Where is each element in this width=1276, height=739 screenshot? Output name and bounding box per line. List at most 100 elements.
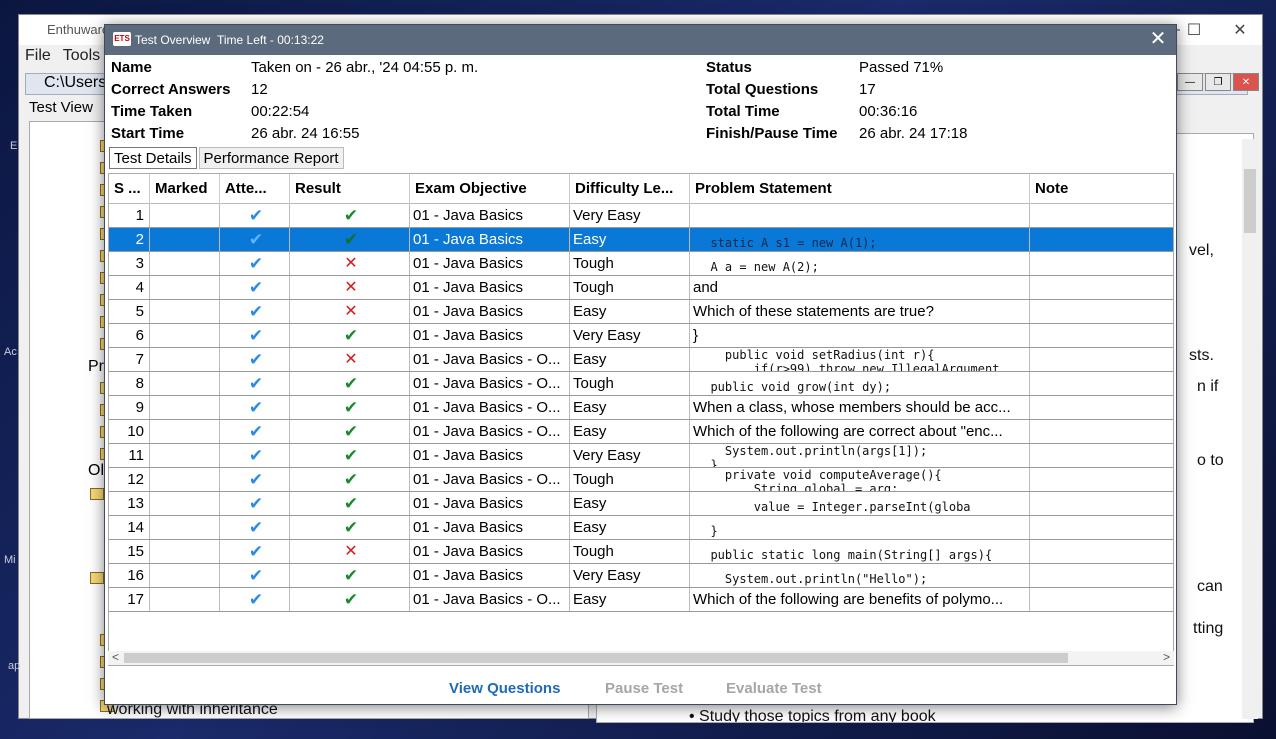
marked-cell[interactable] — [150, 420, 220, 443]
marked-cell[interactable] — [150, 300, 220, 323]
note-cell[interactable] — [1030, 588, 1173, 611]
close-icon[interactable]: ✕ — [1146, 28, 1170, 52]
column-header-result[interactable]: Result — [290, 174, 410, 204]
tree-node-pr[interactable]: Pr — [88, 358, 104, 376]
desktop-fragment: ap — [8, 660, 21, 672]
note-cell[interactable] — [1030, 444, 1173, 467]
note-cell[interactable] — [1030, 204, 1173, 227]
column-header-serial[interactable]: S ... — [109, 174, 150, 204]
marked-cell[interactable] — [150, 252, 220, 275]
menu-file[interactable]: File — [25, 47, 51, 71]
marked-cell[interactable] — [150, 324, 220, 347]
inner-close-icon[interactable]: ✕ — [1233, 73, 1259, 91]
horizontal-scrollbar[interactable]: < > — [108, 650, 1174, 665]
table-row[interactable]: 4 ✔ ✕ 01 - Java Basics Tough and — [109, 276, 1173, 300]
column-header-marked[interactable]: Marked — [150, 174, 220, 204]
note-cell[interactable] — [1030, 564, 1173, 587]
table-row[interactable]: 16 ✔ ✔ 01 - Java Basics Very Easy System.out… — [109, 564, 1173, 588]
result-cell: ✔ — [290, 588, 410, 611]
marked-cell[interactable] — [150, 516, 220, 539]
evaluate-test-button[interactable]: Evaluate Test — [726, 680, 822, 697]
table-row[interactable]: 12 ✔ ✔ 01 - Java Basics - O... Tough private… — [109, 468, 1173, 492]
marked-cell[interactable] — [150, 372, 220, 395]
column-header-exam-objective[interactable]: Exam Objective — [410, 174, 570, 204]
background-vertical-scrollbar[interactable] — [1242, 139, 1258, 719]
note-cell[interactable] — [1030, 492, 1173, 515]
background-maximize-icon[interactable]: ☐ — [1171, 15, 1217, 45]
problem-statement-cell: When a class, whose members should be ac… — [690, 396, 1030, 419]
menu-tools[interactable]: Tools — [63, 47, 100, 71]
scroll-thumb[interactable] — [124, 653, 1068, 663]
problem-statement-cell: Which of these statements are true? — [690, 300, 1030, 323]
result-cell: ✕ — [290, 276, 410, 299]
serial-cell: 4 — [109, 276, 150, 299]
note-cell[interactable] — [1030, 300, 1173, 323]
scroll-thumb[interactable] — [1244, 169, 1256, 233]
marked-cell[interactable] — [150, 444, 220, 467]
marked-cell[interactable] — [150, 492, 220, 515]
attempted-cell: ✔ — [220, 372, 290, 395]
table-row[interactable]: 7 ✔ ✕ 01 - Java Basics - O... Easy public vo… — [109, 348, 1173, 372]
table-row[interactable]: 8 ✔ ✔ 01 - Java Basics - O... Tough public v… — [109, 372, 1173, 396]
table-row[interactable]: 9 ✔ ✔ 01 - Java Basics - O... Easy When a cla… — [109, 396, 1173, 420]
note-cell[interactable] — [1030, 420, 1173, 443]
red-cross-icon: ✕ — [344, 351, 358, 368]
blue-check-icon: ✔ — [248, 398, 264, 417]
tree-node-ob[interactable]: Ol — [88, 462, 104, 480]
marked-cell[interactable] — [150, 276, 220, 299]
marked-cell[interactable] — [150, 540, 220, 563]
note-cell[interactable] — [1030, 372, 1173, 395]
table-row[interactable]: 15 ✔ ✕ 01 - Java Basics Tough public static … — [109, 540, 1173, 564]
note-cell[interactable] — [1030, 348, 1173, 371]
note-cell[interactable] — [1030, 276, 1173, 299]
note-cell[interactable] — [1030, 396, 1173, 419]
marked-cell[interactable] — [150, 204, 220, 227]
marked-cell[interactable] — [150, 348, 220, 371]
note-cell[interactable] — [1030, 324, 1173, 347]
column-header-note[interactable]: Note — [1030, 174, 1173, 204]
table-row[interactable]: 17 ✔ ✔ 01 - Java Basics - O... Easy Which of … — [109, 588, 1173, 612]
marked-cell[interactable] — [150, 228, 220, 251]
column-header-attempted[interactable]: Atte... — [220, 174, 290, 204]
green-check-icon: ✔ — [343, 446, 359, 465]
table-row[interactable]: 14 ✔ ✔ 01 - Java Basics Easy } — [109, 516, 1173, 540]
table-row[interactable]: 13 ✔ ✔ 01 - Java Basics Easy value = Integer… — [109, 492, 1173, 516]
result-cell: ✔ — [290, 564, 410, 587]
note-cell[interactable] — [1030, 468, 1173, 491]
table-row[interactable]: 3 ✔ ✕ 01 - Java Basics Tough A a = new A(2); — [109, 252, 1173, 276]
marked-cell[interactable] — [150, 396, 220, 419]
attempted-cell: ✔ — [220, 588, 290, 611]
result-cell: ✕ — [290, 540, 410, 563]
inner-restore-icon[interactable]: ❐ — [1205, 73, 1231, 91]
content-fragment: sts. — [1189, 347, 1214, 364]
tab-performance-report[interactable]: Performance Report — [198, 147, 344, 169]
blue-check-icon: ✔ — [248, 278, 264, 297]
marked-cell[interactable] — [150, 588, 220, 611]
note-cell[interactable] — [1030, 252, 1173, 275]
inner-minimize-icon[interactable]: — — [1177, 73, 1203, 91]
scroll-left-icon[interactable]: < — [112, 650, 119, 664]
table-row[interactable]: 5 ✔ ✕ 01 - Java Basics Easy Which of these st… — [109, 300, 1173, 324]
column-header-problem-statement[interactable]: Problem Statement — [690, 174, 1030, 204]
view-questions-button[interactable]: View Questions — [449, 680, 560, 697]
note-cell[interactable] — [1030, 540, 1173, 563]
table-row[interactable]: 6 ✔ ✔ 01 - Java Basics Very Easy} — [109, 324, 1173, 348]
marked-cell[interactable] — [150, 468, 220, 491]
difficulty-cell: Easy — [570, 492, 690, 515]
background-test-view-tab[interactable]: Test View — [29, 99, 93, 116]
background-close-icon[interactable]: ✕ — [1217, 15, 1263, 45]
note-cell[interactable] — [1030, 228, 1173, 251]
scroll-right-icon[interactable]: > — [1163, 650, 1170, 664]
table-row[interactable]: 1 ✔ ✔ 01 - Java Basics Very Easy — [109, 204, 1173, 228]
green-check-icon: ✔ — [343, 566, 359, 585]
marked-cell[interactable] — [150, 564, 220, 587]
note-cell[interactable] — [1030, 516, 1173, 539]
red-cross-icon: ✕ — [344, 303, 358, 320]
problem-statement-cell: System.out.println("Hello"); — [690, 564, 1030, 587]
table-row[interactable]: 2 ✔ ✔ 01 - Java Basics Easy static A s1 = ne… — [109, 228, 1173, 252]
column-header-difficulty[interactable]: Difficulty Le... — [570, 174, 690, 204]
pause-test-button[interactable]: Pause Test — [605, 680, 683, 697]
tab-test-details[interactable]: Test Details — [109, 147, 197, 169]
table-row[interactable]: 11 ✔ ✔ 01 - Java Basics Very Easy System.out… — [109, 444, 1173, 468]
table-row[interactable]: 10 ✔ ✔ 01 - Java Basics - O... Easy Which of … — [109, 420, 1173, 444]
